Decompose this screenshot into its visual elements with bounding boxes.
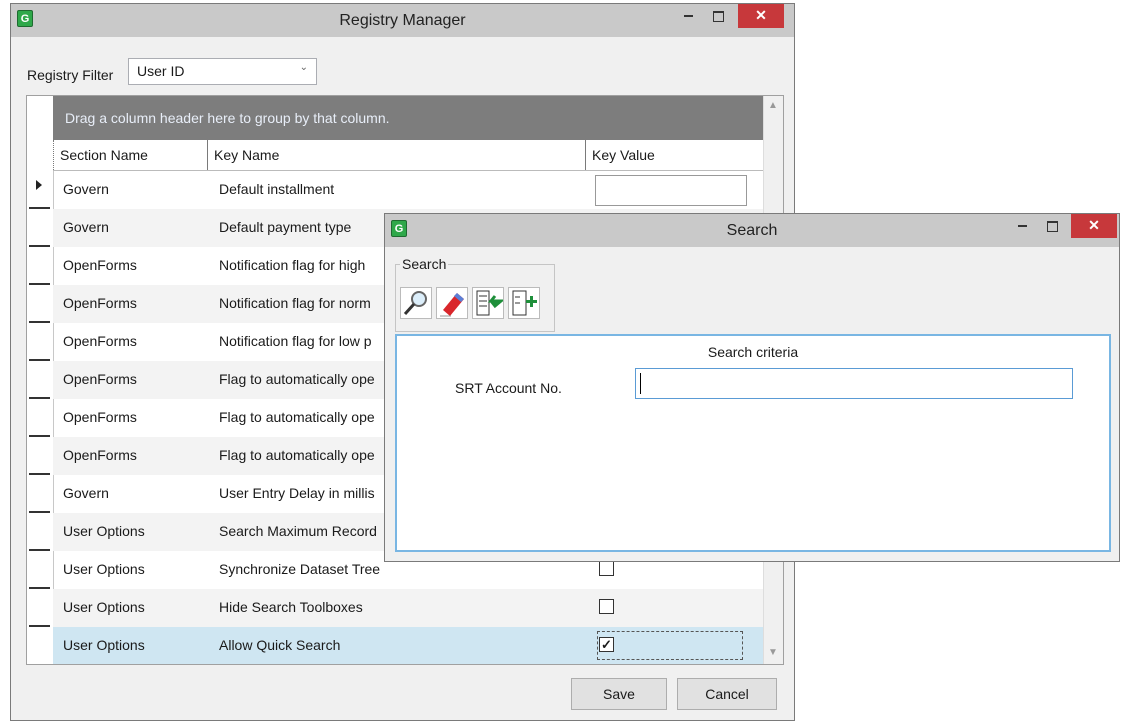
cell-section-name: OpenForms bbox=[63, 371, 137, 387]
table-row[interactable]: Govern Default installment bbox=[53, 171, 774, 209]
registry-filter-label: Registry Filter bbox=[27, 67, 114, 83]
row-indicator bbox=[29, 359, 50, 361]
cell-section-name: OpenForms bbox=[63, 257, 137, 273]
text-caret bbox=[640, 373, 641, 394]
cell-key-name: Search Maximum Record bbox=[219, 523, 377, 539]
cell-key-name: Flag to automatically ope bbox=[219, 371, 375, 387]
cell-section-name: User Options bbox=[63, 599, 145, 615]
row-indicator bbox=[29, 473, 50, 475]
row-indicator bbox=[29, 625, 50, 627]
minimize-button[interactable] bbox=[1007, 214, 1037, 238]
close-icon: ✕ bbox=[755, 7, 767, 23]
column-header-section[interactable]: Section Name bbox=[53, 140, 207, 170]
group-panel-hint: Drag a column header here to group by th… bbox=[65, 110, 390, 126]
cell-key-name: Hide Search Toolboxes bbox=[219, 599, 363, 615]
cell-section-name: OpenForms bbox=[63, 409, 137, 425]
cell-section-name: Govern bbox=[63, 485, 109, 501]
table-row[interactable]: User Options Hide Search Toolboxes bbox=[53, 589, 774, 627]
cell-section-name: User Options bbox=[63, 637, 145, 653]
close-button[interactable]: ✕ bbox=[738, 4, 784, 28]
close-icon: ✕ bbox=[1088, 217, 1100, 233]
minimize-button[interactable] bbox=[673, 4, 703, 28]
save-button[interactable]: Save bbox=[571, 678, 667, 710]
search-icon[interactable] bbox=[400, 287, 432, 319]
checkbox[interactable] bbox=[599, 561, 614, 576]
minimize-icon bbox=[1017, 225, 1027, 228]
add-criteria-icon[interactable] bbox=[508, 287, 540, 319]
row-indicator bbox=[29, 207, 50, 209]
row-indicator bbox=[29, 511, 50, 513]
search-titlebar[interactable]: G Search ✕ bbox=[385, 214, 1119, 247]
grid-header: Section Name Key Name Key Value bbox=[53, 140, 774, 171]
cell-key-name: Flag to automatically ope bbox=[219, 409, 375, 425]
scroll-up-icon[interactable]: ▲ bbox=[768, 100, 778, 111]
minimize-icon bbox=[683, 15, 693, 18]
cell-key-name: Synchronize Dataset Tree bbox=[219, 561, 381, 577]
cell-section-name: Govern bbox=[63, 219, 109, 235]
row-indicator bbox=[29, 245, 50, 247]
table-row[interactable]: User Options Allow Quick Search ✓ bbox=[53, 627, 774, 664]
search-criteria-panel: Search criteria SRT Account No. bbox=[395, 334, 1111, 552]
cell-key-name: Flag to automatically ope bbox=[219, 447, 375, 463]
cell-key-name: Notification flag for high bbox=[219, 257, 366, 273]
row-indicator bbox=[29, 321, 50, 323]
cell-section-name: OpenForms bbox=[63, 295, 137, 311]
registry-titlebar[interactable]: G Registry Manager ✕ bbox=[11, 4, 794, 37]
cell-key-name: Default payment type bbox=[219, 219, 352, 235]
srt-account-input[interactable] bbox=[635, 368, 1073, 399]
cell-key-name: Default installment bbox=[219, 181, 335, 197]
focus-rectangle bbox=[597, 631, 743, 660]
cancel-button[interactable]: Cancel bbox=[677, 678, 777, 710]
scroll-down-icon[interactable]: ▼ bbox=[768, 647, 778, 658]
search-window: G Search ✕ Search Search criteria SRT Ac… bbox=[384, 213, 1120, 562]
registry-filter-combo[interactable]: User ID ⌄ bbox=[128, 58, 317, 85]
toolbox-label: Search bbox=[400, 256, 449, 272]
cell-section-name: OpenForms bbox=[63, 333, 137, 349]
maximize-icon bbox=[712, 10, 724, 22]
cell-section-name: Govern bbox=[63, 181, 109, 197]
row-indicator bbox=[29, 549, 50, 551]
chevron-down-icon: ⌄ bbox=[299, 62, 308, 73]
group-by-panel[interactable]: Drag a column header here to group by th… bbox=[53, 96, 774, 140]
cell-section-name: OpenForms bbox=[63, 447, 137, 463]
checkbox[interactable] bbox=[599, 599, 614, 614]
close-button[interactable]: ✕ bbox=[1071, 214, 1117, 238]
cell-key-name: Notification flag for low p bbox=[219, 333, 372, 349]
search-criteria-title: Search criteria bbox=[707, 344, 799, 360]
maximize-icon bbox=[1046, 220, 1058, 232]
row-indicator bbox=[29, 587, 50, 589]
cell-section-name: User Options bbox=[63, 523, 145, 539]
column-header-key-name[interactable]: Key Name bbox=[207, 140, 585, 170]
row-indicator bbox=[29, 435, 50, 437]
srt-account-label: SRT Account No. bbox=[455, 380, 562, 396]
registry-filter-value: User ID bbox=[137, 63, 185, 79]
maximize-button[interactable] bbox=[703, 4, 733, 28]
cell-section-name: User Options bbox=[63, 561, 145, 577]
row-indicator bbox=[29, 283, 50, 285]
column-header-key-value[interactable]: Key Value bbox=[585, 140, 774, 170]
cell-key-name: User Entry Delay in millis bbox=[219, 485, 375, 501]
cell-key-name: Allow Quick Search bbox=[219, 637, 341, 653]
current-row-arrow-icon bbox=[36, 180, 42, 190]
search-toolbox: Search bbox=[395, 256, 555, 332]
import-criteria-icon[interactable] bbox=[472, 287, 506, 319]
cell-key-name: Notification flag for norm bbox=[219, 295, 371, 311]
eraser-icon[interactable] bbox=[436, 287, 468, 319]
key-value-input[interactable] bbox=[595, 175, 747, 206]
maximize-button[interactable] bbox=[1037, 214, 1067, 238]
row-indicator bbox=[29, 397, 50, 399]
